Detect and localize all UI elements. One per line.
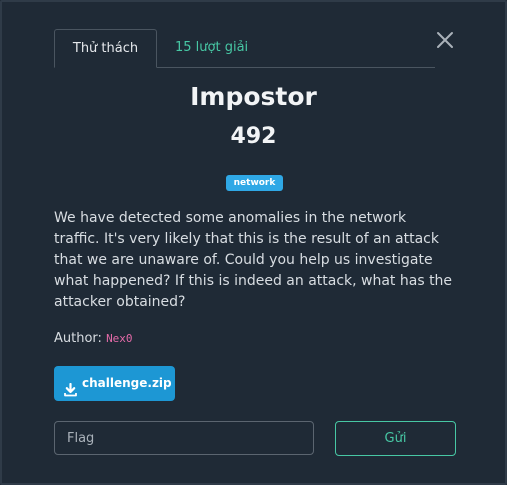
author-label: Author:: [54, 331, 102, 346]
challenge-points: 492: [230, 124, 277, 149]
author-line: Author: Nex0: [54, 331, 133, 346]
challenge-modal: Thử thách 15 lượt giải Impostor 492 netw…: [0, 0, 507, 485]
download-button[interactable]: challenge.zip: [54, 366, 175, 401]
tab-challenge[interactable]: Thử thách: [54, 29, 157, 68]
tab-bar: Thử thách 15 lượt giải: [54, 29, 435, 68]
tab-solves[interactable]: 15 lượt giải: [175, 29, 248, 67]
flag-input[interactable]: [54, 421, 314, 455]
challenge-title: Impostor: [190, 82, 317, 111]
challenge-description: We have detected some anomalies in the n…: [54, 210, 453, 310]
close-icon[interactable]: [433, 28, 457, 52]
author-name: Nex0: [106, 332, 133, 345]
download-icon: [64, 376, 77, 411]
download-label: challenge.zip: [82, 376, 172, 390]
category-badge: network: [226, 175, 283, 191]
submit-button[interactable]: Gửi: [335, 421, 456, 456]
